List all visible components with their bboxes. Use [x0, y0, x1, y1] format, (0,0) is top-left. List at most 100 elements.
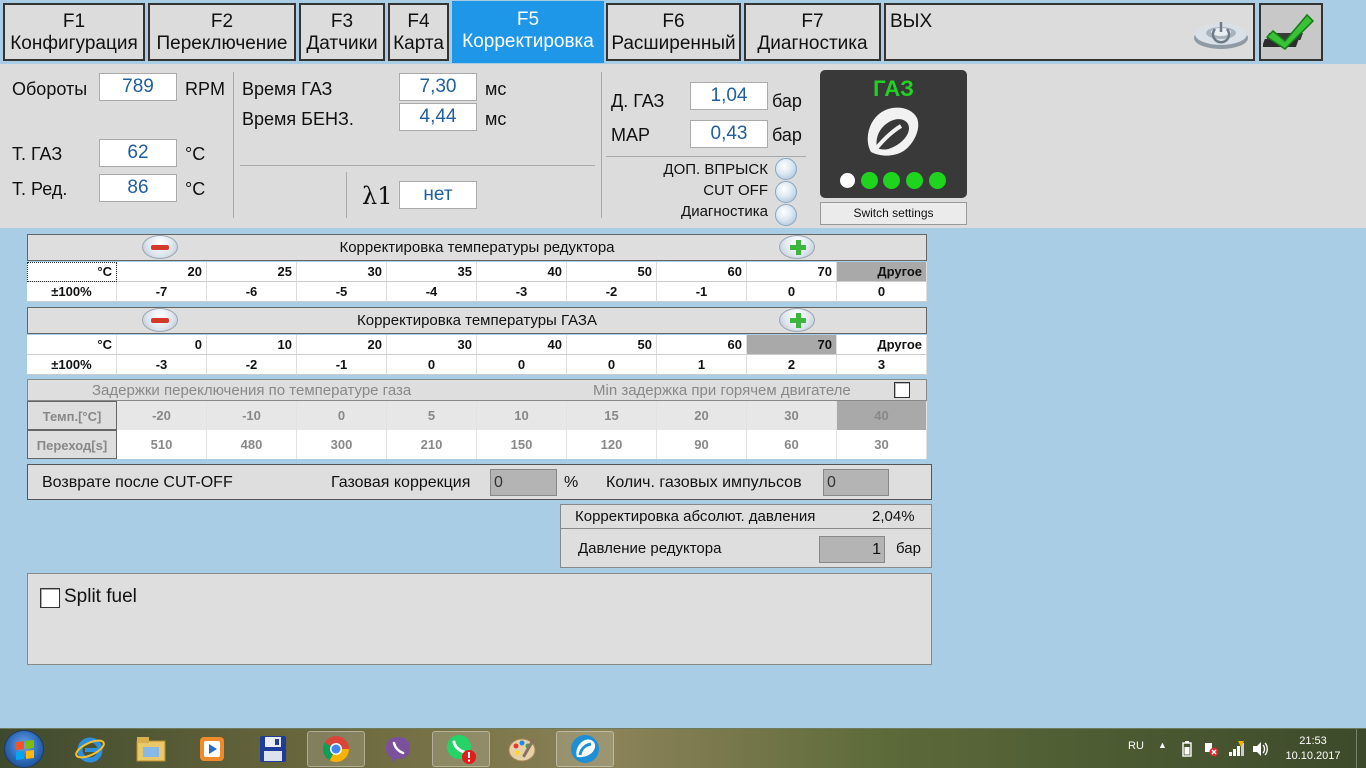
table-cell[interactable]: 0: [747, 282, 837, 302]
reducer-plus-button[interactable]: [779, 235, 815, 259]
table-cell: 90: [657, 430, 747, 459]
extra-injection-indicator: [775, 158, 797, 180]
split-fuel-checkbox[interactable]: [40, 588, 60, 608]
table-cell[interactable]: 0: [837, 282, 927, 302]
table-cell[interactable]: 60: [657, 335, 747, 355]
table-cell[interactable]: -2: [567, 282, 657, 302]
gas-time-value: 7,30: [399, 73, 477, 101]
table-cell[interactable]: 0: [387, 355, 477, 375]
table-cell[interactable]: -6: [207, 282, 297, 302]
rpm-label: Обороты: [12, 79, 88, 99]
table-cell[interactable]: 50: [567, 262, 657, 282]
table-cell[interactable]: 30: [297, 262, 387, 282]
show-hidden-icons-icon[interactable]: ▲: [1158, 740, 1167, 750]
table-cell[interactable]: °C: [27, 335, 117, 355]
gas-software-icon[interactable]: [556, 731, 614, 767]
viber-icon[interactable]: [369, 731, 427, 767]
tab-f6-advanced[interactable]: F6 Расширенный: [606, 3, 741, 61]
gas-correction-field[interactable]: 0: [490, 469, 557, 496]
tab-label: Диагностика: [757, 33, 868, 54]
save-disk-icon[interactable]: [244, 731, 302, 767]
table-cell[interactable]: 0: [117, 335, 207, 355]
battery-icon[interactable]: [1182, 741, 1194, 757]
gas-plus-button[interactable]: [779, 308, 815, 332]
table-cell: 480: [207, 430, 297, 459]
table-cell[interactable]: 2: [747, 355, 837, 375]
gas-pulses-label: Колич. газовых импульсов: [606, 474, 802, 491]
table-cell[interactable]: -3: [477, 282, 567, 302]
table-cell[interactable]: 10: [207, 335, 297, 355]
table-cell[interactable]: 35: [387, 262, 477, 282]
table-cell[interactable]: Другое: [837, 335, 927, 355]
table-cell[interactable]: 20: [297, 335, 387, 355]
network-icon[interactable]: [1228, 741, 1246, 757]
table-cell[interactable]: 60: [657, 262, 747, 282]
status-dot: [861, 172, 878, 189]
taskbar: RU ▲ 21:53 10.10.2017: [0, 728, 1366, 768]
reducer-pressure-field[interactable]: 1: [819, 536, 885, 563]
table-cell[interactable]: 70: [747, 262, 837, 282]
table-cell: 300: [297, 430, 387, 459]
reducer-minus-button[interactable]: [142, 235, 178, 259]
switch-settings-button[interactable]: Switch settings: [820, 202, 967, 225]
table-cell[interactable]: 30: [387, 335, 477, 355]
reducer-values-row: ±100% -7 -6 -5 -4 -3 -2 -1 0 0: [27, 282, 927, 302]
tab-f5-correction[interactable]: F5 Корректировка: [452, 1, 604, 63]
table-cell[interactable]: 3: [837, 355, 927, 375]
gas-values-row: ±100% -3 -2 -1 0 0 0 1 2 3: [27, 355, 927, 375]
gas-minus-button[interactable]: [142, 308, 178, 332]
table-cell[interactable]: 20: [117, 262, 207, 282]
extra-injection-label: ДОП. ВПРЫСК: [663, 161, 768, 178]
rpm-unit: RPM: [185, 79, 225, 99]
tab-f4-map[interactable]: F4 Карта: [388, 3, 449, 61]
table-cell[interactable]: 40: [477, 262, 567, 282]
ok-button[interactable]: [1259, 3, 1323, 61]
table-cell: ±100%: [27, 282, 117, 302]
action-center-icon[interactable]: [1203, 741, 1219, 757]
table-cell[interactable]: 0: [567, 355, 657, 375]
tab-f3-sensors[interactable]: F3 Датчики: [299, 3, 385, 61]
table-cell[interactable]: 40: [477, 335, 567, 355]
file-explorer-icon[interactable]: [122, 731, 180, 767]
table-cell[interactable]: -7: [117, 282, 207, 302]
pressure-panel: Корректировка абсолют. давления 2,04% Да…: [560, 504, 932, 568]
delay-header: Задержки переключения по температуре газ…: [27, 379, 927, 401]
cut-off-indicator: [775, 181, 797, 203]
clock[interactable]: 21:53 10.10.2017: [1283, 734, 1343, 764]
chrome-icon[interactable]: [307, 731, 365, 767]
start-button[interactable]: [4, 730, 44, 768]
table-cell[interactable]: Другое: [837, 262, 927, 282]
table-cell[interactable]: °C: [27, 262, 117, 282]
table-cell[interactable]: -1: [297, 355, 387, 375]
media-player-icon[interactable]: [183, 731, 241, 767]
table-cell[interactable]: -3: [117, 355, 207, 375]
tab-f2-switching[interactable]: F2 Переключение: [148, 3, 296, 61]
table-cell[interactable]: -5: [297, 282, 387, 302]
table-cell[interactable]: 1: [657, 355, 747, 375]
internet-explorer-icon[interactable]: [61, 731, 119, 767]
tab-f7-diagnostics[interactable]: F7 Диагностика: [744, 3, 881, 61]
volume-icon[interactable]: [1252, 741, 1268, 757]
whatsapp-icon[interactable]: [432, 731, 490, 767]
table-cell: 20: [657, 401, 747, 430]
reducer-correction-title: Корректировка температуры редуктора: [339, 239, 615, 256]
paint-icon[interactable]: [494, 731, 552, 767]
show-desktop-button[interactable]: [1356, 729, 1366, 768]
language-indicator[interactable]: RU: [1128, 740, 1144, 752]
status-dot: [840, 173, 855, 188]
table-cell[interactable]: 0: [477, 355, 567, 375]
cutoff-panel: Возврате после CUT-OFF Газовая коррекция…: [27, 464, 932, 500]
table-cell[interactable]: 50: [567, 335, 657, 355]
table-cell[interactable]: -4: [387, 282, 477, 302]
table-cell[interactable]: 70: [747, 335, 837, 355]
hot-engine-checkbox[interactable]: [894, 382, 910, 398]
gas-status-panel[interactable]: ГАЗ: [820, 70, 967, 198]
gas-pulses-field[interactable]: 0: [823, 469, 889, 496]
table-cell[interactable]: -1: [657, 282, 747, 302]
tab-f1-configuration[interactable]: F1 Конфигурация: [3, 3, 145, 61]
table-cell[interactable]: 25: [207, 262, 297, 282]
connection-icon[interactable]: [1190, 5, 1252, 57]
diagnostics-label: Диагностика: [681, 203, 768, 220]
gas-pressure-unit: бар: [772, 91, 802, 111]
table-cell[interactable]: -2: [207, 355, 297, 375]
